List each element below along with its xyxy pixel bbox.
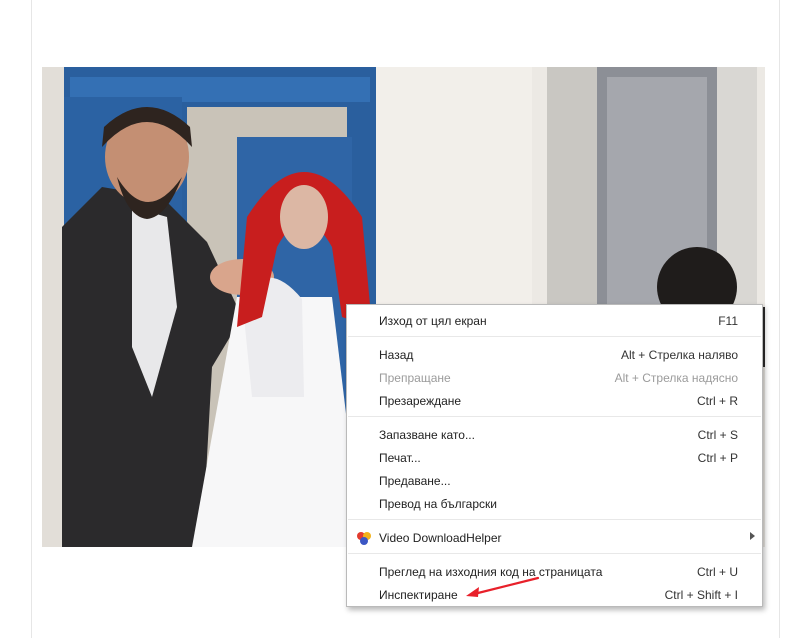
menu-item-translate[interactable]: Превод на български <box>347 492 762 515</box>
menu-item-back[interactable]: Назад Alt + Стрелка наляво <box>347 343 762 366</box>
page-border-left <box>31 0 32 638</box>
menu-item-print[interactable]: Печат... Ctrl + P <box>347 446 762 469</box>
video-downloadhelper-icon <box>357 532 371 545</box>
menu-item-label: Предаване... <box>379 473 451 488</box>
menu-item-shortcut: Ctrl + R <box>696 393 738 408</box>
menu-separator <box>348 416 761 417</box>
menu-item-label: Препращане <box>379 370 451 385</box>
submenu-arrow-icon <box>750 532 755 540</box>
menu-item-save-as[interactable]: Запазване като... Ctrl + S <box>347 423 762 446</box>
menu-item-inspect[interactable]: Инспектиране Ctrl + Shift + I <box>347 583 762 606</box>
context-menu: Изход от цял екран F11 Назад Alt + Стрел… <box>346 304 763 607</box>
menu-item-label: Презареждане <box>379 393 462 408</box>
menu-item-shortcut: Ctrl + S <box>697 427 738 442</box>
menu-item-shortcut: F11 <box>718 313 738 328</box>
menu-separator <box>348 519 761 520</box>
page-border-right <box>779 0 780 638</box>
menu-item-label: Назад <box>379 347 414 362</box>
menu-item-view-source[interactable]: Преглед на изходния код на страницата Ct… <box>347 560 762 583</box>
menu-item-forward: Препращане Alt + Стрелка надясно <box>347 366 762 389</box>
menu-item-exit-fullscreen[interactable]: Изход от цял екран F11 <box>347 309 762 332</box>
menu-item-shortcut: Alt + Стрелка наляво <box>620 347 738 362</box>
menu-item-label: Запазване като... <box>379 427 475 442</box>
menu-item-cast[interactable]: Предаване... <box>347 469 762 492</box>
menu-item-video-downloadhelper[interactable]: Video DownloadHelper <box>347 526 762 549</box>
menu-item-shortcut: Ctrl + U <box>696 564 738 579</box>
menu-item-label: Печат... <box>379 450 421 465</box>
menu-item-shortcut: Ctrl + Shift + I <box>664 587 738 602</box>
menu-item-reload[interactable]: Презареждане Ctrl + R <box>347 389 762 412</box>
menu-item-label: Video DownloadHelper <box>379 530 502 545</box>
menu-separator <box>348 336 761 337</box>
menu-item-label: Изход от цял екран <box>379 313 487 328</box>
menu-separator <box>348 553 761 554</box>
menu-item-label: Инспектиране <box>379 587 458 602</box>
menu-item-label: Превод на български <box>379 496 497 511</box>
annotation-arrow-icon <box>466 576 540 597</box>
menu-item-shortcut: Ctrl + P <box>697 450 738 465</box>
menu-item-shortcut: Alt + Стрелка надясно <box>614 370 738 385</box>
